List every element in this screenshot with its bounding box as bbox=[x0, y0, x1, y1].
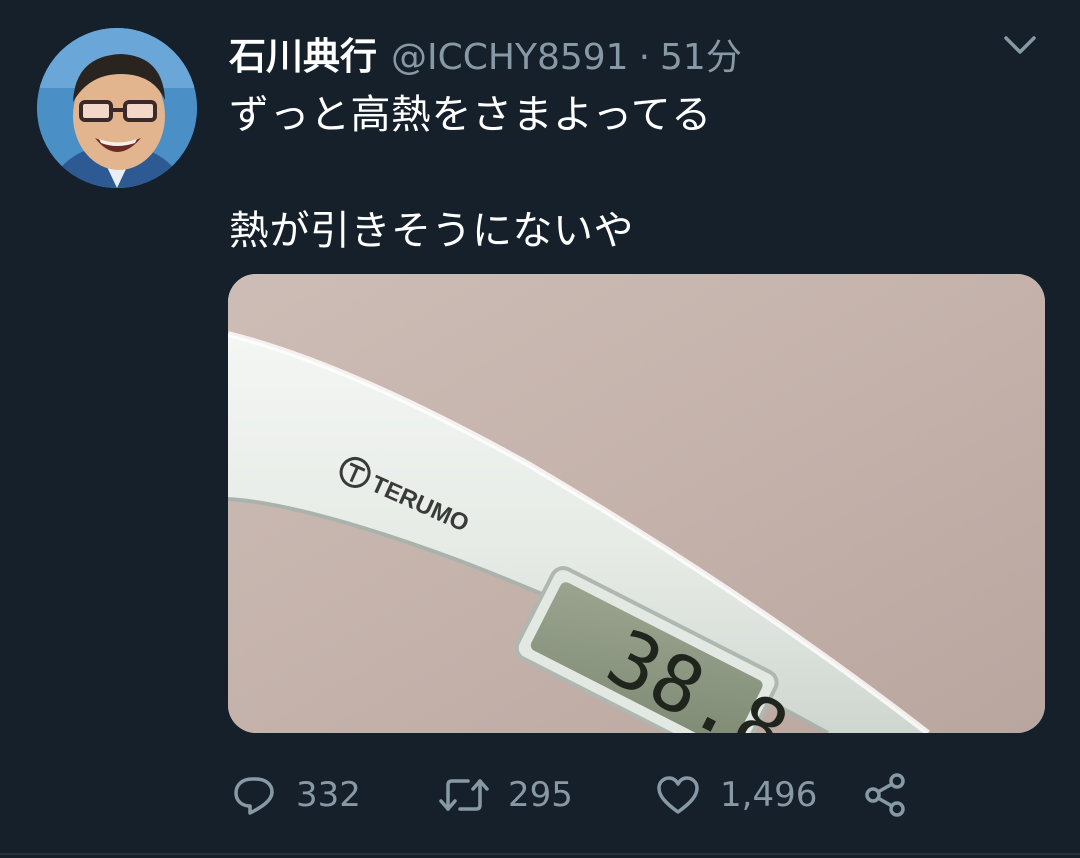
user-handle[interactable]: @ICCHY8591 bbox=[391, 37, 629, 78]
retweet-count: 295 bbox=[508, 775, 573, 815]
reply-button[interactable]: 332 bbox=[230, 768, 361, 822]
tweet-media-image[interactable]: TERUMO 38.8 bbox=[228, 274, 1045, 733]
avatar[interactable] bbox=[37, 28, 197, 188]
like-count: 1,496 bbox=[720, 775, 818, 815]
tweet-divider bbox=[0, 853, 1080, 855]
avatar-image bbox=[37, 28, 197, 188]
separator-dot: · bbox=[638, 37, 651, 78]
share-button[interactable] bbox=[862, 768, 910, 822]
timestamp[interactable]: 51分 bbox=[660, 28, 742, 80]
heart-icon bbox=[657, 776, 699, 814]
tweet-actions: 332 295 1,496 bbox=[230, 768, 950, 822]
share-icon bbox=[865, 773, 905, 817]
reply-count: 332 bbox=[296, 775, 361, 815]
display-name[interactable]: 石川典行 bbox=[229, 26, 377, 80]
tweet-text-line-2: 熱が引きそうにないや bbox=[229, 208, 634, 254]
retweet-button[interactable]: 295 bbox=[438, 768, 573, 822]
like-button[interactable]: 1,496 bbox=[654, 768, 817, 822]
retweet-icon bbox=[439, 779, 489, 811]
tweet-text-line-1: ずっと高熱をさまよってる bbox=[229, 92, 712, 138]
reply-icon bbox=[234, 777, 274, 815]
chevron-down-icon[interactable] bbox=[1000, 30, 1040, 60]
tweet[interactable]: 石川典行 @ICCHY8591 · 51分 ずっと高熱をさまよってる 熱が引きそ… bbox=[0, 0, 1080, 858]
tweet-header: 石川典行 @ICCHY8591 · 51分 bbox=[229, 26, 742, 78]
